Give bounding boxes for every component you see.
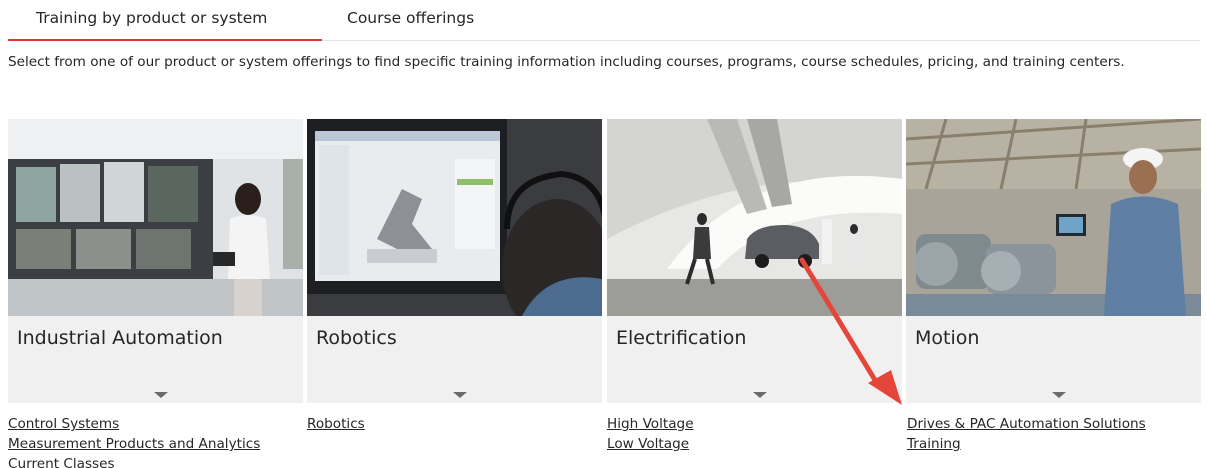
- link-training[interactable]: Training: [907, 434, 1146, 454]
- link-drives-pac-automation[interactable]: Drives & PAC Automation Solutions: [907, 414, 1146, 434]
- industrial-automation-image: [8, 119, 303, 316]
- chevron-down-icon[interactable]: [154, 392, 168, 398]
- card-title: Motion: [915, 327, 980, 349]
- motion-image: [906, 119, 1201, 316]
- card-robotics[interactable]: Robotics: [307, 119, 602, 403]
- chevron-down-icon[interactable]: [1052, 392, 1066, 398]
- link-control-systems[interactable]: Control Systems: [8, 414, 260, 434]
- robotics-image: [307, 119, 602, 316]
- card-industrial-automation[interactable]: Industrial Automation: [8, 119, 303, 403]
- electrification-links: High Voltage Low Voltage: [607, 414, 694, 454]
- tab-training-by-product[interactable]: Training by product or system: [36, 9, 267, 27]
- card-title: Industrial Automation: [17, 327, 223, 349]
- tab-bar: Training by product or system Course off…: [8, 0, 1200, 41]
- intro-text: Select from one of our product or system…: [8, 54, 1125, 70]
- card-motion[interactable]: Motion: [906, 119, 1201, 403]
- chevron-down-icon[interactable]: [753, 392, 767, 398]
- card-title: Electrification: [616, 327, 747, 349]
- chevron-down-icon[interactable]: [453, 392, 467, 398]
- card-electrification[interactable]: Electrification: [607, 119, 902, 403]
- link-high-voltage[interactable]: High Voltage: [607, 414, 694, 434]
- industrial-automation-links: Control Systems Measurement Products and…: [8, 414, 260, 468]
- electrification-image: [607, 119, 902, 316]
- card-title: Robotics: [316, 327, 397, 349]
- link-measurement-products[interactable]: Measurement Products and Analytics: [8, 434, 260, 454]
- tab-course-offerings[interactable]: Course offerings: [347, 9, 474, 27]
- robotics-links: Robotics: [307, 414, 365, 434]
- link-low-voltage[interactable]: Low Voltage: [607, 434, 694, 454]
- link-robotics[interactable]: Robotics: [307, 414, 365, 434]
- motion-links: Drives & PAC Automation Solutions Traini…: [907, 414, 1146, 454]
- current-classes-text: Current Classes: [8, 456, 115, 468]
- active-tab-indicator: [8, 39, 322, 41]
